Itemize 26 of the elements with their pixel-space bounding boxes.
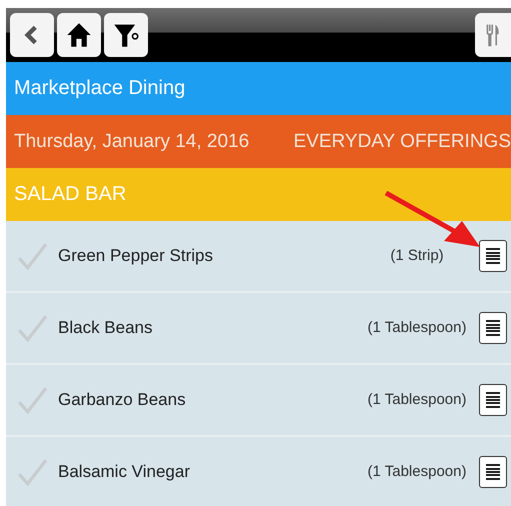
food-item-row[interactable]: Garbanzo Beans (1 Tablespoon) xyxy=(6,365,511,437)
portion-label: (1 Tablespoon) xyxy=(367,318,467,338)
portion-label: (1 Tablespoon) xyxy=(367,390,467,410)
filter-button[interactable] xyxy=(104,13,148,57)
portion-label: (1 Strip) xyxy=(389,246,445,266)
menu-button[interactable] xyxy=(475,13,511,57)
fork-knife-icon xyxy=(485,22,501,48)
station-title: SALAD BAR xyxy=(14,183,126,206)
food-item-row[interactable]: Black Beans (1 Tablespoon) xyxy=(6,293,511,365)
nutrition-button[interactable] xyxy=(479,240,507,272)
filter-icon xyxy=(113,22,139,48)
food-name: Black Beans xyxy=(58,318,152,338)
meal-label: EVERYDAY OFFERINGS xyxy=(294,130,511,152)
food-name: Green Pepper Strips xyxy=(58,246,213,266)
portion-label: (1 Tablespoon) xyxy=(367,462,467,482)
date-label: Thursday, January 14, 2016 xyxy=(14,130,250,152)
home-button[interactable] xyxy=(57,13,101,57)
food-item-row[interactable]: Balsamic Vinegar (1 Tablespoon) xyxy=(6,437,511,506)
nutrition-button[interactable] xyxy=(479,312,507,344)
food-name: Balsamic Vinegar xyxy=(58,462,190,482)
food-name: Garbanzo Beans xyxy=(58,390,186,410)
nutrition-button[interactable] xyxy=(479,384,507,416)
location-title: Marketplace Dining xyxy=(14,77,186,100)
home-icon xyxy=(66,22,92,48)
nutrition-button[interactable] xyxy=(479,456,507,488)
back-button[interactable] xyxy=(10,13,54,57)
